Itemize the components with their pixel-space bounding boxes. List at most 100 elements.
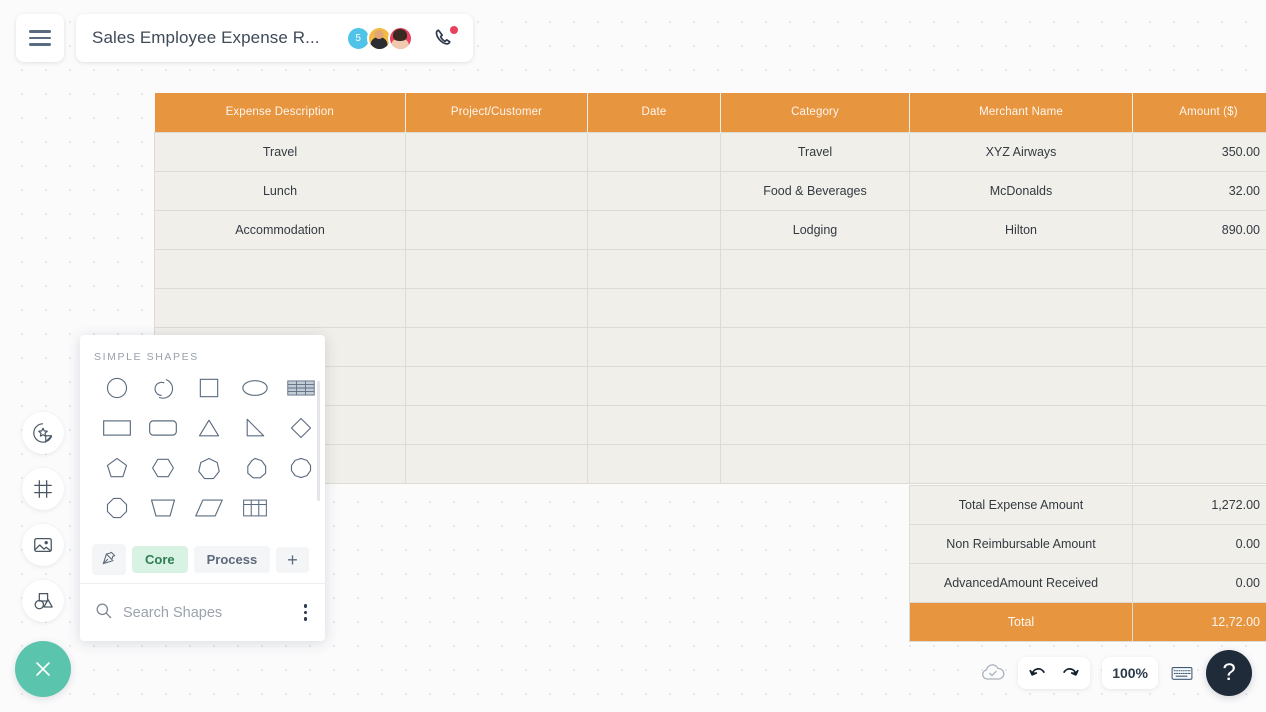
frame-icon[interactable] [22, 468, 64, 510]
summary-row-total[interactable]: Total 12,72.00 [909, 602, 1266, 642]
cell-category[interactable] [720, 287, 910, 328]
shape-hexagon-icon[interactable] [140, 451, 186, 485]
shape-circle-icon[interactable] [94, 371, 140, 405]
cell-project[interactable] [405, 404, 588, 445]
cell-project[interactable] [405, 365, 588, 406]
summary-row-advanced-amount[interactable]: AdvancedAmount Received 0.00 [909, 563, 1266, 603]
cell-date[interactable] [587, 209, 721, 250]
table-row[interactable]: Accommodation Lodging Hilton 890.00 [154, 209, 1266, 250]
cell-category[interactable]: Travel [720, 131, 910, 172]
image-icon[interactable] [22, 524, 64, 566]
cell-category[interactable] [720, 365, 910, 406]
cell-description[interactable]: Travel [154, 131, 406, 172]
cell-merchant[interactable] [909, 326, 1133, 367]
cell-project[interactable] [405, 209, 588, 250]
cell-project[interactable] [405, 326, 588, 367]
zoom-level-control[interactable]: 100% [1102, 657, 1158, 689]
cell-date[interactable] [587, 248, 721, 289]
cell-date[interactable] [587, 287, 721, 328]
cell-category[interactable] [720, 443, 910, 484]
cell-merchant[interactable] [909, 404, 1133, 445]
summary-table[interactable]: Total Expense Amount 1,272.00 Non Reimbu… [909, 485, 1266, 642]
summary-row-total-expense[interactable]: Total Expense Amount 1,272.00 [909, 485, 1266, 525]
cell-amount[interactable] [1132, 404, 1266, 445]
cell-category[interactable] [720, 404, 910, 445]
cell-category[interactable] [720, 248, 910, 289]
cell-category[interactable] [720, 326, 910, 367]
shape-right-triangle-icon[interactable] [232, 411, 278, 445]
cell-amount[interactable]: 350.00 [1132, 131, 1266, 172]
hamburger-icon[interactable] [16, 14, 64, 62]
cell-amount[interactable]: 890.00 [1132, 209, 1266, 250]
sticker-star-icon[interactable] [22, 412, 64, 454]
shape-trapezoid-icon[interactable] [140, 491, 186, 525]
shape-ellipse-icon[interactable] [232, 371, 278, 405]
phone-call-icon[interactable] [433, 26, 458, 50]
cell-merchant[interactable]: XYZ Airways [909, 131, 1133, 172]
redo-icon[interactable] [1060, 664, 1080, 682]
summary-value[interactable]: 0.00 [1132, 563, 1266, 603]
cell-category[interactable]: Lodging [720, 209, 910, 250]
cell-description[interactable] [154, 248, 406, 289]
shape-table-grid-icon[interactable] [232, 491, 278, 525]
shapes-panel[interactable]: SIMPLE SHAPES Core Process + Search Shap… [80, 335, 325, 641]
cell-project[interactable] [405, 443, 588, 484]
table-row[interactable]: Travel Travel XYZ Airways 350.00 [154, 131, 1266, 172]
tab-process[interactable]: Process [193, 546, 271, 573]
summary-value[interactable]: 1,272.00 [1132, 485, 1266, 525]
keyboard-icon[interactable] [1170, 664, 1194, 682]
table-row[interactable] [154, 248, 1266, 289]
cell-date[interactable] [587, 170, 721, 211]
summary-value[interactable]: 0.00 [1132, 524, 1266, 564]
shapes-icon[interactable] [22, 580, 64, 622]
shape-rounded-rectangle-icon[interactable] [140, 411, 186, 445]
cloud-saved-icon[interactable] [980, 662, 1006, 684]
shapes-panel-scrollbar[interactable] [317, 381, 320, 501]
cell-amount[interactable] [1132, 326, 1266, 367]
shapes-search-row[interactable]: Search Shapes [80, 583, 325, 641]
cell-date[interactable] [587, 326, 721, 367]
cell-amount[interactable] [1132, 365, 1266, 406]
avatar[interactable] [387, 25, 413, 51]
cell-merchant[interactable]: McDonalds [909, 170, 1133, 211]
cell-project[interactable] [405, 170, 588, 211]
shape-triangle-icon[interactable] [186, 411, 232, 445]
cell-project[interactable] [405, 287, 588, 328]
shape-pentagon-icon[interactable] [94, 451, 140, 485]
cell-description[interactable]: Accommodation [154, 209, 406, 250]
tab-core[interactable]: Core [132, 546, 188, 573]
add-tab-button[interactable]: + [276, 546, 309, 573]
undo-icon[interactable] [1028, 664, 1048, 682]
cell-date[interactable] [587, 443, 721, 484]
cell-merchant[interactable] [909, 248, 1133, 289]
cell-amount[interactable]: 32.00 [1132, 170, 1266, 211]
cell-merchant[interactable] [909, 287, 1133, 328]
cell-merchant[interactable] [909, 365, 1133, 406]
kebab-menu-icon[interactable] [300, 600, 312, 625]
document-title-card[interactable]: Sales Employee Expense R... 5 [76, 14, 473, 62]
shape-square-icon[interactable] [186, 371, 232, 405]
close-button[interactable] [15, 641, 71, 697]
table-row[interactable] [154, 287, 1266, 328]
cell-category[interactable]: Food & Beverages [720, 170, 910, 211]
summary-total-value[interactable]: 12,72.00 [1132, 602, 1266, 642]
cell-date[interactable] [587, 404, 721, 445]
cell-date[interactable] [587, 131, 721, 172]
cell-amount[interactable] [1132, 287, 1266, 328]
shape-octagon-icon[interactable] [94, 491, 140, 525]
cell-merchant[interactable]: Hilton [909, 209, 1133, 250]
shape-nonagon-icon[interactable] [232, 451, 278, 485]
shape-heptagon-icon[interactable] [186, 451, 232, 485]
cell-description[interactable]: Lunch [154, 170, 406, 211]
cell-amount[interactable] [1132, 248, 1266, 289]
cell-project[interactable] [405, 248, 588, 289]
cell-date[interactable] [587, 365, 721, 406]
search-input[interactable]: Search Shapes [123, 605, 290, 621]
shape-parallelogram-icon[interactable] [186, 491, 232, 525]
table-row[interactable]: Lunch Food & Beverages McDonalds 32.00 [154, 170, 1266, 211]
help-button[interactable]: ? [1206, 650, 1252, 696]
cell-description[interactable] [154, 287, 406, 328]
cell-merchant[interactable] [909, 443, 1133, 484]
cell-project[interactable] [405, 131, 588, 172]
cell-amount[interactable] [1132, 443, 1266, 484]
